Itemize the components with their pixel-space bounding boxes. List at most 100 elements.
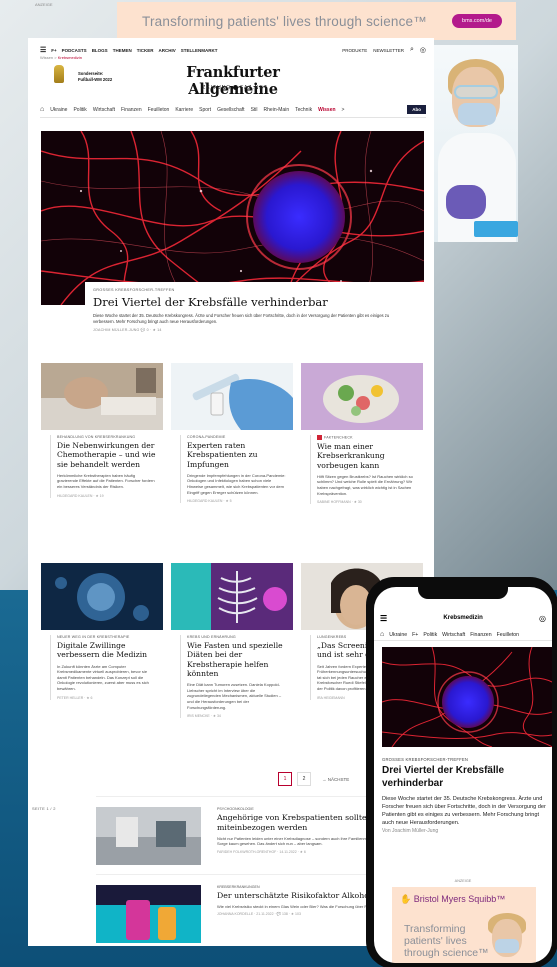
article-card[interactable]: KREBS UND ERNÄHRUNG Wie Fasten und spezi… — [171, 563, 293, 719]
mobile-nav-ukraine[interactable]: Ukraine — [389, 632, 407, 638]
card-kicker: CORONA-PANDEMIE — [187, 435, 226, 439]
goggles-shape — [454, 85, 498, 99]
next-page-button[interactable]: → NÄCHSTE — [322, 777, 349, 782]
pagination: 1 2 → NÄCHSTE — [278, 772, 349, 786]
mobile-nav-politik[interactable]: Politik — [423, 632, 437, 638]
skyscraper-ad[interactable] — [434, 45, 518, 242]
mobile-nav-feuilleton[interactable]: Feuilleton — [497, 632, 520, 638]
card-text: Dringende Impfempfehlungen in der Corona… — [187, 472, 286, 495]
hero-stats: 💬 0 · ★ 14 — [140, 328, 162, 332]
card-kicker: FAKTENCHECK — [317, 435, 417, 440]
breadcrumb-wissen[interactable]: Wissen — [40, 55, 53, 60]
section-wirtschaft[interactable]: Wirtschaft — [93, 107, 115, 113]
article-card[interactable]: BEHANDLUNG VON KREBSERKRANKUNG Die Neben… — [41, 363, 163, 498]
section-ukraine[interactable]: Ukraine — [50, 107, 67, 113]
section-technik[interactable]: Technik — [295, 107, 312, 113]
card-title[interactable]: Wie Fasten und spezielle Diäten bei der … — [187, 641, 287, 678]
mobile-ad[interactable]: ✋ Bristol Myers Squibb™ Transforming pat… — [392, 887, 536, 963]
section-wissen[interactable]: Wissen — [318, 107, 335, 113]
logo-subline: ZEITUNG FAZ.NET — [202, 85, 268, 91]
nav-item-ticker[interactable]: TICKER — [137, 48, 154, 53]
ad-link-button[interactable]: bms.com/de — [452, 14, 502, 28]
card-kicker: BEHANDLUNG VON KREBSERKRANKUNG — [57, 435, 136, 439]
section-sport[interactable]: Sport — [199, 107, 211, 113]
card-byline: IRIS MENCKE · ★ 34 — [187, 714, 221, 719]
page-1-button[interactable]: 1 — [278, 772, 292, 786]
hero-text: Diese Woche startet der 35. Deutsche Kre… — [93, 313, 390, 324]
mobile-hero-teaser[interactable]: GROSSES KREBSFORSCHER-TREFFEN Drei Viert… — [382, 757, 550, 834]
section-stil[interactable]: Stil — [251, 107, 258, 113]
card-title[interactable]: Digitale Zwillinge verbessern die Medizi… — [57, 641, 157, 660]
mask-shape — [458, 103, 496, 125]
section-feuilleton[interactable]: Feuilleton — [148, 107, 170, 113]
card-image-sleeping-woman[interactable] — [41, 363, 163, 430]
section-gesellschaft[interactable]: Gesellschaft — [217, 107, 245, 113]
mobile-nav-fplus[interactable]: F+ — [412, 632, 418, 638]
menu-icon[interactable]: ☰ — [40, 46, 46, 54]
card-text: Herkömmliche Krebstherapien haben häufig… — [57, 472, 155, 490]
produkte-menu[interactable]: PRODUKTE — [342, 48, 367, 53]
account-icon[interactable]: ◎ — [420, 46, 426, 54]
cancer-cell-illustration — [41, 131, 424, 305]
section-karriere[interactable]: Karriere — [175, 107, 193, 113]
mobile-nav-wirtschaft[interactable]: Wirtschaft — [442, 632, 465, 638]
top-banner-ad[interactable]: Transforming patients' lives through sci… — [117, 2, 516, 40]
faktencheck-icon — [317, 435, 322, 440]
nav-item-fplus[interactable]: F+ — [51, 48, 56, 53]
list-thumb-alcohol[interactable] — [96, 885, 201, 943]
nav-item-archiv[interactable]: ARCHIV — [158, 48, 175, 53]
section-rhein-main[interactable]: Rhein-Main — [264, 107, 290, 113]
card-byline: SABINE HOFFMANN · ★ 30 — [317, 500, 362, 505]
trophy-icon[interactable] — [52, 65, 66, 89]
card-title[interactable]: Die Nebenwirkungen der Chemotherapie – u… — [57, 441, 157, 469]
card-image-vegetables[interactable] — [301, 363, 423, 430]
search-icon[interactable]: ⌕ — [410, 46, 414, 54]
mobile-hero-image[interactable] — [382, 647, 552, 747]
card-image-xray[interactable] — [171, 563, 293, 630]
article-card[interactable]: CORONA-PANDEMIE Experten raten Krebspati… — [171, 363, 293, 504]
card-text: Hilft Sitzen gegen Brustkrebs? Ist Rauch… — [317, 473, 413, 496]
article-card[interactable]: FAKTENCHECK Wie man einer Krebserkrankun… — [301, 363, 423, 505]
bms-hand-icon: ✋ — [400, 894, 412, 904]
card-kicker: KREBS UND ERNÄHRUNG — [187, 635, 236, 639]
mobile-section-nav: ⌂ Ukraine F+ Politik Wirtschaft Finanzen… — [374, 629, 552, 641]
list-thumb-hospital[interactable] — [96, 807, 201, 865]
card-text: In Zukunft könnten Ärzte am Computer Kre… — [57, 663, 149, 691]
card-byline: HILDEGARD KAULEN · ★ 5 — [187, 499, 232, 504]
home-icon[interactable]: ⌂ — [40, 106, 44, 113]
card-image-vaccine[interactable] — [171, 363, 293, 430]
card-title[interactable]: Wie man einer Krebserkrankung vorbeugen … — [317, 442, 417, 470]
section-more-chevron-icon[interactable]: > — [342, 107, 345, 113]
section-finanzen[interactable]: Finanzen — [121, 107, 142, 113]
mobile-menu-icon[interactable]: ☰ — [380, 614, 387, 623]
mobile-ad-label: ANZEIGE — [454, 879, 472, 883]
hero-headline[interactable]: Drei Viertel der Krebsfälle verhinderbar — [93, 295, 417, 309]
mobile-account-icon[interactable]: ◎ — [539, 614, 546, 623]
page-indicator: SEITE 1 / 2 — [32, 806, 56, 811]
nav-item-blogs[interactable]: BLOGS — [92, 48, 108, 53]
article-card[interactable]: NEUER WEG IN DER KREBSTHERAPIE Digitale … — [41, 563, 163, 700]
hero-teaser[interactable]: GROSSES KREBSFORSCHER-TREFFEN Drei Viert… — [85, 282, 425, 338]
mobile-headline[interactable]: Drei Viertel der Krebsfälle verhinderbar — [382, 765, 550, 790]
card-image-cells[interactable] — [41, 563, 163, 630]
card-kicker: NEUER WEG IN DER KREBSTHERAPIE — [57, 635, 130, 639]
section-nav: ⌂ Ukraine Politik Wirtschaft Finanzen Fe… — [40, 105, 426, 118]
nav-item-stellenmarkt[interactable]: STELLENMARKT — [181, 48, 218, 53]
mobile-home-icon[interactable]: ⌂ — [380, 631, 384, 638]
faz-logo[interactable]: Frankfurter Allgemeine — [158, 64, 308, 98]
hero-image[interactable] — [41, 131, 424, 305]
hero-byline: JOACHIM MÜLLER-JUNG 💬 0 · ★ 14 — [93, 328, 162, 332]
wm-special-link[interactable]: Sonderseite: Fußball-WM 2022 — [78, 71, 112, 83]
section-politik[interactable]: Politik — [73, 107, 86, 113]
card-text: Eine Diät kann Tumoren zusetzen. Daniela… — [187, 682, 282, 710]
breadcrumb-krebsmedizin[interactable]: Krebsmedizin — [58, 55, 82, 60]
nav-item-themen[interactable]: THEMEN — [113, 48, 132, 53]
mobile-text: Diese Woche startet der 35. Deutsche Kre… — [382, 796, 546, 826]
abo-button[interactable]: Abo — [407, 105, 426, 114]
mobile-nav-finanzen[interactable]: Finanzen — [470, 632, 491, 638]
nav-item-podcasts[interactable]: PODCASTS — [62, 48, 87, 53]
card-title[interactable]: Experten raten Krebspatienten zu Impfung… — [187, 441, 287, 469]
newsletter-link[interactable]: NEWSLETTER — [373, 48, 404, 53]
page-2-button[interactable]: 2 — [297, 772, 311, 786]
mobile-section-title: Krebsmedizin — [443, 615, 483, 621]
